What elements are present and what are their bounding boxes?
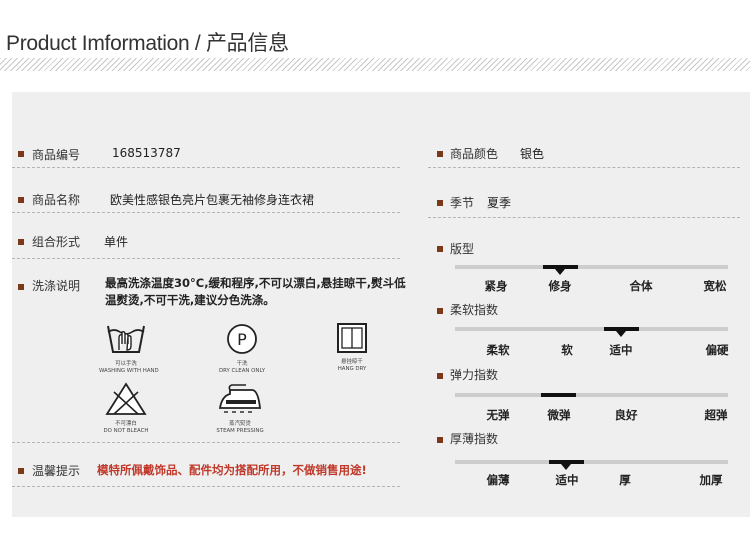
- page-title: Product Imformation / 产品信息: [6, 32, 289, 55]
- scale-option: 紧身: [484, 279, 508, 293]
- scale-selected-marker: [541, 393, 576, 397]
- dry-clean-icon: P: [227, 324, 257, 354]
- bullet-icon: [18, 197, 24, 203]
- warning-text: 模特所佩戴饰品、配件均为搭配所用，不做销售用途!: [97, 463, 367, 477]
- scale-option: 合体: [629, 279, 653, 293]
- field-value: 欧美性感银色亮片包裹无袖修身连衣裙: [110, 193, 315, 207]
- divider: [428, 167, 740, 168]
- scale-track: [455, 393, 728, 397]
- bullet-icon: [18, 151, 24, 157]
- scale-track: [455, 265, 728, 269]
- field-label: 商品名称: [32, 193, 81, 207]
- field-value: 168513787: [112, 146, 181, 160]
- divider: [12, 167, 400, 168]
- scale-option: 修身: [548, 279, 572, 293]
- scale-option: 厚: [619, 473, 631, 487]
- divider: [12, 212, 400, 213]
- field-label: 季节: [450, 196, 475, 210]
- steam-iron-icon: [218, 384, 262, 413]
- scale-option: 加厚: [699, 473, 723, 487]
- bullet-icon: [437, 200, 443, 206]
- scale-label: 厚薄指数: [450, 432, 499, 446]
- field-value: 单件: [104, 235, 129, 249]
- scale-option: 适中: [609, 343, 633, 357]
- divider: [12, 258, 400, 259]
- divider: [428, 217, 740, 218]
- care-item-hand-wash: 可以手洗 WASHING WITH HAND: [96, 322, 159, 374]
- care-item-hang-dry: 悬挂晾干 HANG DRY: [326, 322, 378, 372]
- scale-label: 柔软指数: [450, 303, 499, 317]
- field-label: 商品编号: [32, 148, 81, 162]
- care-caption-zh: 不可漂白: [115, 420, 137, 427]
- field-label: 组合形式: [32, 235, 81, 249]
- divider: [12, 442, 400, 443]
- bullet-icon: [437, 151, 443, 157]
- scale-option: 宽松: [703, 279, 727, 293]
- selected-pointer-icon: [555, 269, 565, 275]
- bullet-icon: [18, 468, 24, 474]
- care-caption-en: DO NOT BLEACH: [103, 427, 149, 434]
- header-stripe-divider: [0, 58, 750, 71]
- care-caption-zh: 蒸汽熨烫: [229, 420, 251, 427]
- care-caption-en: STEAM PRESSING: [216, 427, 264, 434]
- scale-option: 微弹: [547, 408, 571, 422]
- field-label: 商品颜色: [450, 147, 499, 161]
- bullet-icon: [18, 239, 24, 245]
- care-caption-zh: 干洗: [236, 360, 248, 367]
- scale-option: 超弹: [704, 408, 728, 422]
- svg-text:P: P: [237, 330, 247, 349]
- scale-label: 版型: [450, 242, 475, 256]
- divider: [12, 486, 400, 487]
- scale-option: 软: [561, 343, 573, 357]
- scale-option: 良好: [614, 408, 638, 422]
- care-item-dry-clean: P 干洗 DRY CLEAN ONLY: [212, 322, 272, 374]
- bullet-icon: [437, 373, 443, 379]
- field-label: 温馨提示: [32, 464, 81, 478]
- bullet-icon: [437, 308, 443, 314]
- bullet-icon: [437, 246, 443, 252]
- no-bleach-icon: [105, 382, 147, 415]
- selected-pointer-icon: [561, 464, 571, 470]
- care-caption-en: DRY CLEAN ONLY: [218, 367, 266, 374]
- scale-option: 无弹: [486, 408, 510, 422]
- scale-option: 偏硬: [705, 343, 729, 357]
- bullet-icon: [437, 437, 443, 443]
- scale-option: 适中: [555, 473, 579, 487]
- scale-label: 弹力指数: [450, 368, 499, 382]
- care-caption-zh: 可以手洗: [115, 360, 137, 367]
- washing-text: 最高洗涤温度30°C,缓和程序,不可以漂白,悬挂晾干,熨斗低温熨烫,不可干洗,建…: [105, 276, 406, 307]
- hang-dry-icon: [337, 323, 367, 353]
- scale-track: [455, 327, 728, 331]
- scale-option: 偏薄: [486, 473, 510, 487]
- field-value: 银色: [520, 147, 545, 161]
- scale-track: [455, 460, 728, 464]
- field-value: 夏季: [487, 196, 512, 210]
- care-caption-en: WASHING WITH HAND: [99, 367, 159, 374]
- bullet-icon: [18, 284, 24, 290]
- hand-wash-icon: [107, 325, 145, 353]
- care-caption-zh: 悬挂晾干: [341, 358, 363, 365]
- care-item-no-bleach: 不可漂白 DO NOT BLEACH: [96, 382, 156, 434]
- care-caption-en: HANG DRY: [337, 365, 367, 372]
- scale-option: 柔软: [486, 343, 510, 357]
- field-label: 洗涤说明: [32, 279, 81, 293]
- selected-pointer-icon: [616, 331, 626, 337]
- care-item-steam-iron: 蒸汽熨烫 STEAM PRESSING: [208, 382, 272, 434]
